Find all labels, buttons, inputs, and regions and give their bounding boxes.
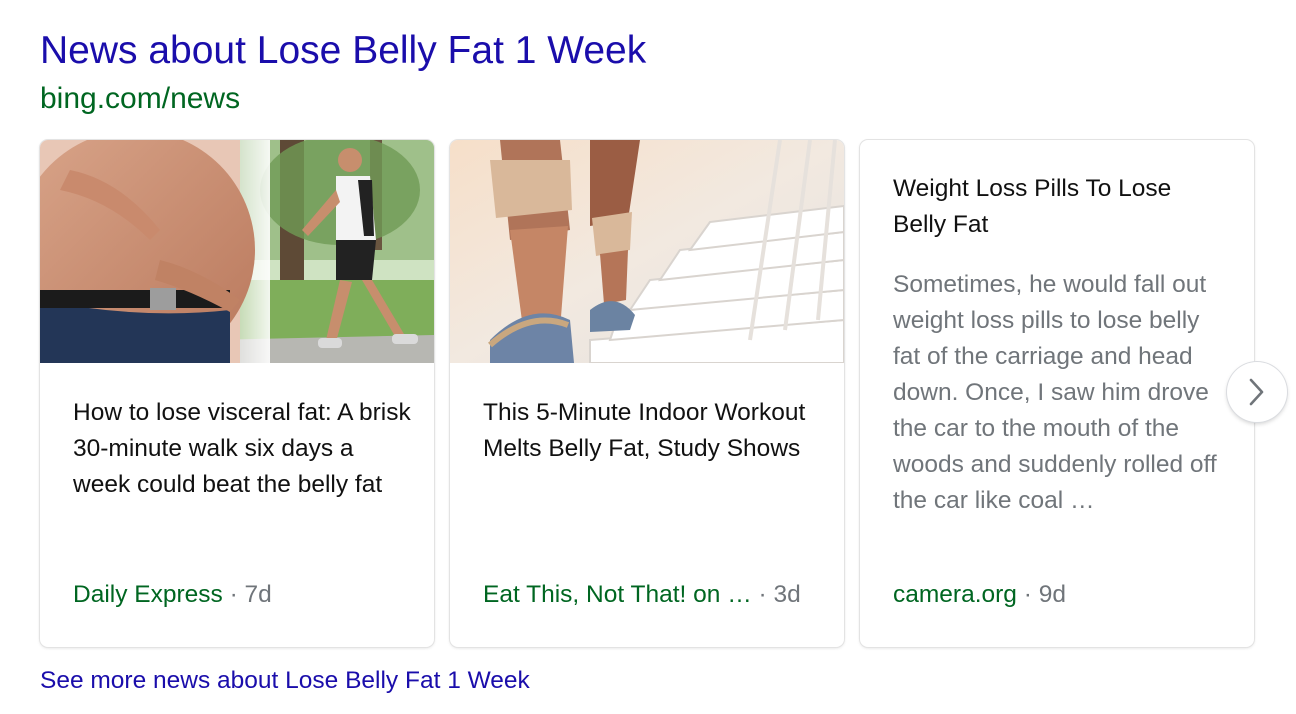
chevron-right-icon (1249, 378, 1264, 406)
card-3-snippet: Sometimes, he would fall out weight loss… (893, 271, 1217, 514)
card-3-publisher[interactable]: camera.org (893, 581, 1017, 608)
card-3-separator: · (1016, 581, 1039, 608)
card-1-headline[interactable]: How to lose visceral fat: A brisk 30-min… (73, 395, 413, 503)
feet-climbing-stairs-image (450, 140, 844, 363)
card-1-age: 7d (244, 581, 272, 608)
news-card-1[interactable]: How to lose visceral fat: A brisk 30-min… (40, 140, 434, 647)
news-section-title[interactable]: News about Lose Belly Fat 1 Week (40, 26, 646, 76)
card-3-meta: camera.org · 9d (893, 577, 1066, 613)
see-more-news-link[interactable]: See more news about Lose Belly Fat 1 Wee… (40, 663, 530, 699)
card-3-headline[interactable]: Weight Loss Pills To Lose Belly Fat (893, 171, 1213, 243)
card-1-separator: · (222, 581, 245, 608)
card-2-headline[interactable]: This 5-Minute Indoor Workout Melts Belly… (483, 395, 823, 467)
news-card-3[interactable]: Weight Loss Pills To Lose Belly Fat Some… (860, 140, 1254, 647)
card-2-thumbnail[interactable] (450, 140, 844, 363)
news-source-url: bing.com/news (40, 82, 241, 115)
carousel-next-button[interactable] (1227, 362, 1287, 422)
card-1-publisher[interactable]: Daily Express (73, 581, 223, 608)
card-2-publisher[interactable]: Eat This, Not That! on … (483, 581, 752, 608)
card-1-thumbnail[interactable] (40, 140, 434, 363)
news-card-2[interactable]: This 5-Minute Indoor Workout Melts Belly… (450, 140, 844, 647)
belly-fat-and-walking-man-image (40, 140, 434, 363)
card-2-meta: Eat This, Not That! on … · 3d (483, 577, 801, 613)
card-3-age: 9d (1038, 581, 1066, 608)
card-2-separator: · (751, 581, 774, 608)
card-2-age: 3d (773, 581, 801, 608)
card-1-meta: Daily Express · 7d (73, 577, 272, 613)
